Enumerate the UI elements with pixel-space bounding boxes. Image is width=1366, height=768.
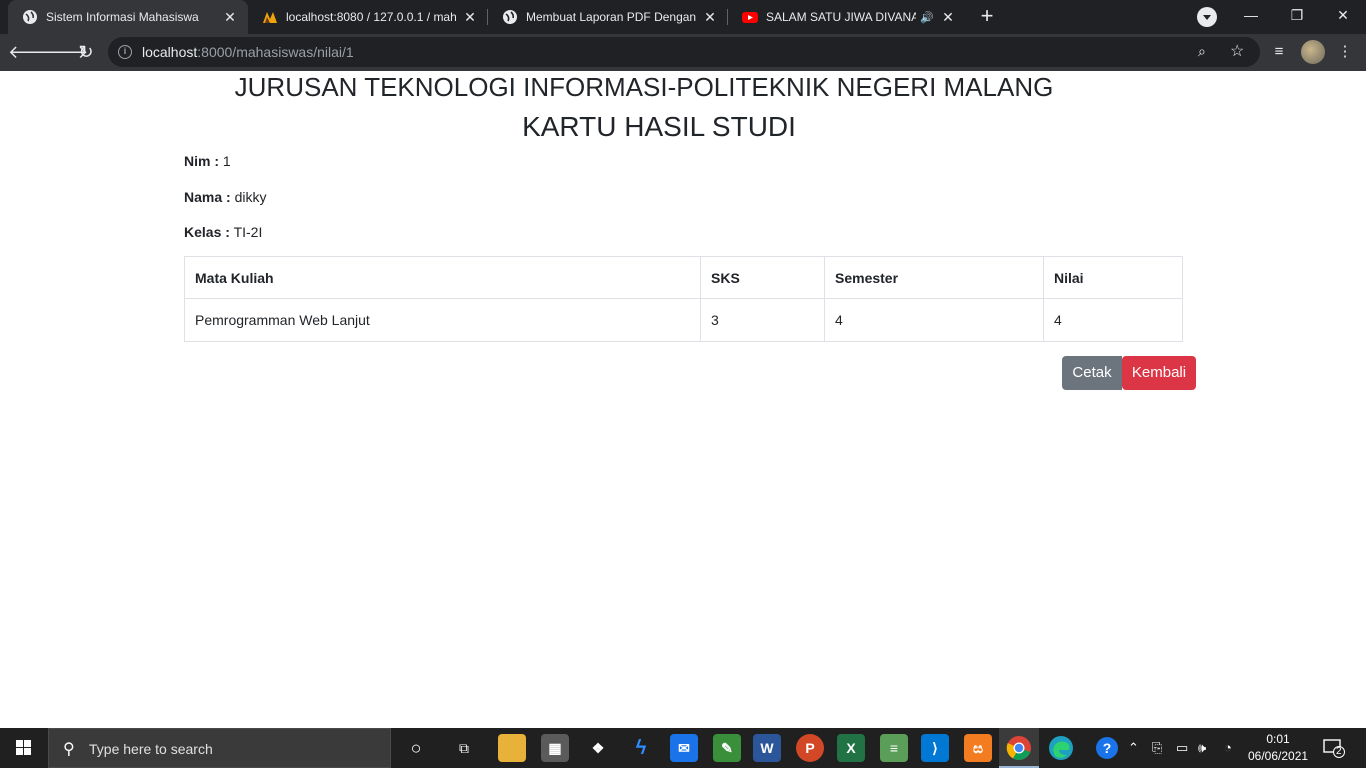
tab-title: SALAM SATU JIWA DIVANA F [766, 10, 917, 24]
nama-label: Nama : [184, 189, 231, 205]
menu-kebab-icon[interactable]: ⋮ [1332, 40, 1358, 64]
tab-youtube[interactable]: SALAM SATU JIWA DIVANA F 🔊 ✕ [728, 0, 966, 34]
nim-line: Nim : 1 [184, 153, 231, 169]
nim-value: 1 [222, 153, 231, 169]
restore-icon[interactable]: ❐ [1274, 0, 1320, 30]
nilai-table: Mata Kuliah SKS Semester Nilai Pemrogram… [184, 256, 1183, 342]
page-title: KARTU HASIL STUDI [522, 111, 796, 142]
close-tab-icon[interactable]: ✕ [940, 9, 956, 25]
header-semester: Semester [824, 256, 1044, 299]
url-text[interactable]: localhost:8000/mahasiswas/nilai/1 [142, 44, 354, 60]
tab-sistem-informasi[interactable]: Sistem Informasi Mahasiswa ✕ [8, 0, 248, 34]
back-arrow-icon[interactable]: 🡐 [8, 38, 56, 66]
audio-playing-icon[interactable]: 🔊 [920, 11, 934, 24]
page-content: JURUSAN TEKNOLOGI INFORMASI-POLITEKNIK N… [0, 71, 1366, 728]
url-path: :8000/mahasiswas/nilai/1 [197, 44, 354, 60]
notification-count: 2 [1336, 746, 1342, 757]
browser-toolbar: 🡐 🡒 ↻ i localhost:8000/mahasiswas/nilai/… [0, 34, 1366, 71]
help-icon[interactable]: ? [1096, 737, 1118, 759]
edge-icon[interactable] [1047, 734, 1075, 762]
tab-phpmyadmin[interactable]: localhost:8080 / 127.0.0.1 / maha ✕ [248, 0, 488, 34]
table-row: Pemrogramman Web Lanjut 3 4 4 [184, 298, 1183, 342]
battery-icon[interactable]: ▭ [1176, 740, 1188, 756]
zoom-icon[interactable]: ⌕ [1198, 43, 1206, 60]
youtube-icon [742, 9, 758, 25]
close-window-icon[interactable]: ✕ [1320, 0, 1366, 30]
clock-time: 0:01 [1266, 732, 1290, 746]
close-tab-icon[interactable]: ✕ [702, 9, 718, 25]
kelas-value: TI-2I [233, 224, 263, 240]
cortana-icon[interactable]: ○ [402, 734, 430, 762]
site-info-icon[interactable]: i [118, 45, 132, 59]
minimize-icon[interactable]: — [1228, 0, 1274, 30]
chrome-icon[interactable] [1005, 734, 1033, 762]
nim-label: Nim : [184, 153, 219, 169]
notepad-plus-icon[interactable]: ≡ [880, 734, 908, 762]
cell-mata-kuliah: Pemrogramman Web Lanjut [184, 298, 701, 342]
url-host: localhost [142, 44, 198, 60]
cetak-button[interactable]: Cetak [1062, 356, 1122, 390]
xampp-icon[interactable]: ස [964, 734, 992, 762]
word-icon[interactable]: W [753, 734, 781, 762]
header-mata-kuliah: Mata Kuliah [184, 256, 701, 299]
phpmyadmin-icon [262, 9, 278, 25]
nama-line: Nama : dikky [184, 189, 266, 205]
nama-value: dikky [234, 189, 267, 205]
forward-arrow-icon[interactable]: 🡒 [40, 38, 88, 66]
search-icon: ⚲ [63, 741, 75, 758]
media-playlist-icon[interactable]: ≡ [1266, 40, 1292, 64]
close-tab-icon[interactable]: ✕ [222, 9, 238, 25]
system-clock[interactable]: 0:01 06/06/2021 [1248, 731, 1308, 765]
task-view-icon[interactable]: ⧉ [450, 734, 478, 762]
mail-icon[interactable]: ✉ [670, 734, 698, 762]
new-tab-button[interactable]: + [975, 5, 999, 29]
profile-avatar[interactable] [1301, 40, 1325, 64]
globe-icon [22, 9, 38, 25]
close-tab-icon[interactable]: ✕ [462, 9, 478, 25]
tab-title: Membuat Laporan PDF Dengan L [526, 10, 696, 24]
vscode-icon[interactable]: ⟩ [921, 734, 949, 762]
windows-taskbar: ⚲ Type here to search ○ ⧉ ▦ ❖ ϟ ✉ ✎ W P … [0, 728, 1366, 768]
kelas-line: Kelas : TI-2I [184, 224, 262, 240]
windows-start-icon[interactable] [0, 728, 48, 768]
chevron-up-icon[interactable]: ⌃ [1128, 740, 1139, 756]
dropbox-icon[interactable]: ❖ [584, 734, 612, 762]
file-explorer-icon[interactable] [498, 734, 526, 762]
tab-title: localhost:8080 / 127.0.0.1 / maha [286, 10, 456, 24]
browser-tab-bar: Sistem Informasi Mahasiswa ✕ localhost:8… [0, 0, 1366, 34]
excel-icon[interactable]: X [837, 734, 865, 762]
taskbar-search-input[interactable]: ⚲ Type here to search [48, 728, 391, 768]
volume-icon[interactable]: 🕪 [1198, 740, 1206, 756]
header-nilai: Nilai [1043, 256, 1183, 299]
globe-icon [502, 9, 518, 25]
kembali-button[interactable]: Kembali [1122, 356, 1196, 390]
reload-icon[interactable]: ↻ [72, 38, 100, 66]
powerpoint-icon[interactable]: P [796, 734, 824, 762]
table-header-row: Mata Kuliah SKS Semester Nilai [184, 256, 1183, 299]
notification-center-icon[interactable]: 2 [1323, 738, 1345, 758]
tab-title: Sistem Informasi Mahasiswa [46, 10, 199, 24]
address-bar[interactable]: i localhost:8000/mahasiswas/nilai/1 ⌕ ☆ [108, 37, 1260, 67]
cell-sks: 3 [700, 298, 825, 342]
sourcetree-icon[interactable]: ϟ [627, 734, 655, 762]
tab-laporan-pdf[interactable]: Membuat Laporan PDF Dengan L ✕ [488, 0, 728, 34]
header-sks: SKS [700, 256, 825, 299]
tab-search-icon[interactable] [1197, 7, 1217, 27]
page-heading: JURUSAN TEKNOLOGI INFORMASI-POLITEKNIK N… [234, 72, 1054, 102]
network-usb-icon[interactable]: ⎘ [1152, 740, 1162, 756]
clock-date: 06/06/2021 [1248, 749, 1309, 763]
wifi-icon[interactable]: ◔ [1224, 740, 1232, 755]
bookmark-star-icon[interactable]: ☆ [1230, 41, 1244, 61]
paint-icon[interactable]: ✎ [713, 734, 741, 762]
store-icon[interactable]: ▦ [541, 734, 569, 762]
cell-nilai: 4 [1043, 298, 1183, 342]
cell-semester: 4 [824, 298, 1044, 342]
kelas-label: Kelas : [184, 224, 230, 240]
search-placeholder: Type here to search [89, 741, 213, 757]
